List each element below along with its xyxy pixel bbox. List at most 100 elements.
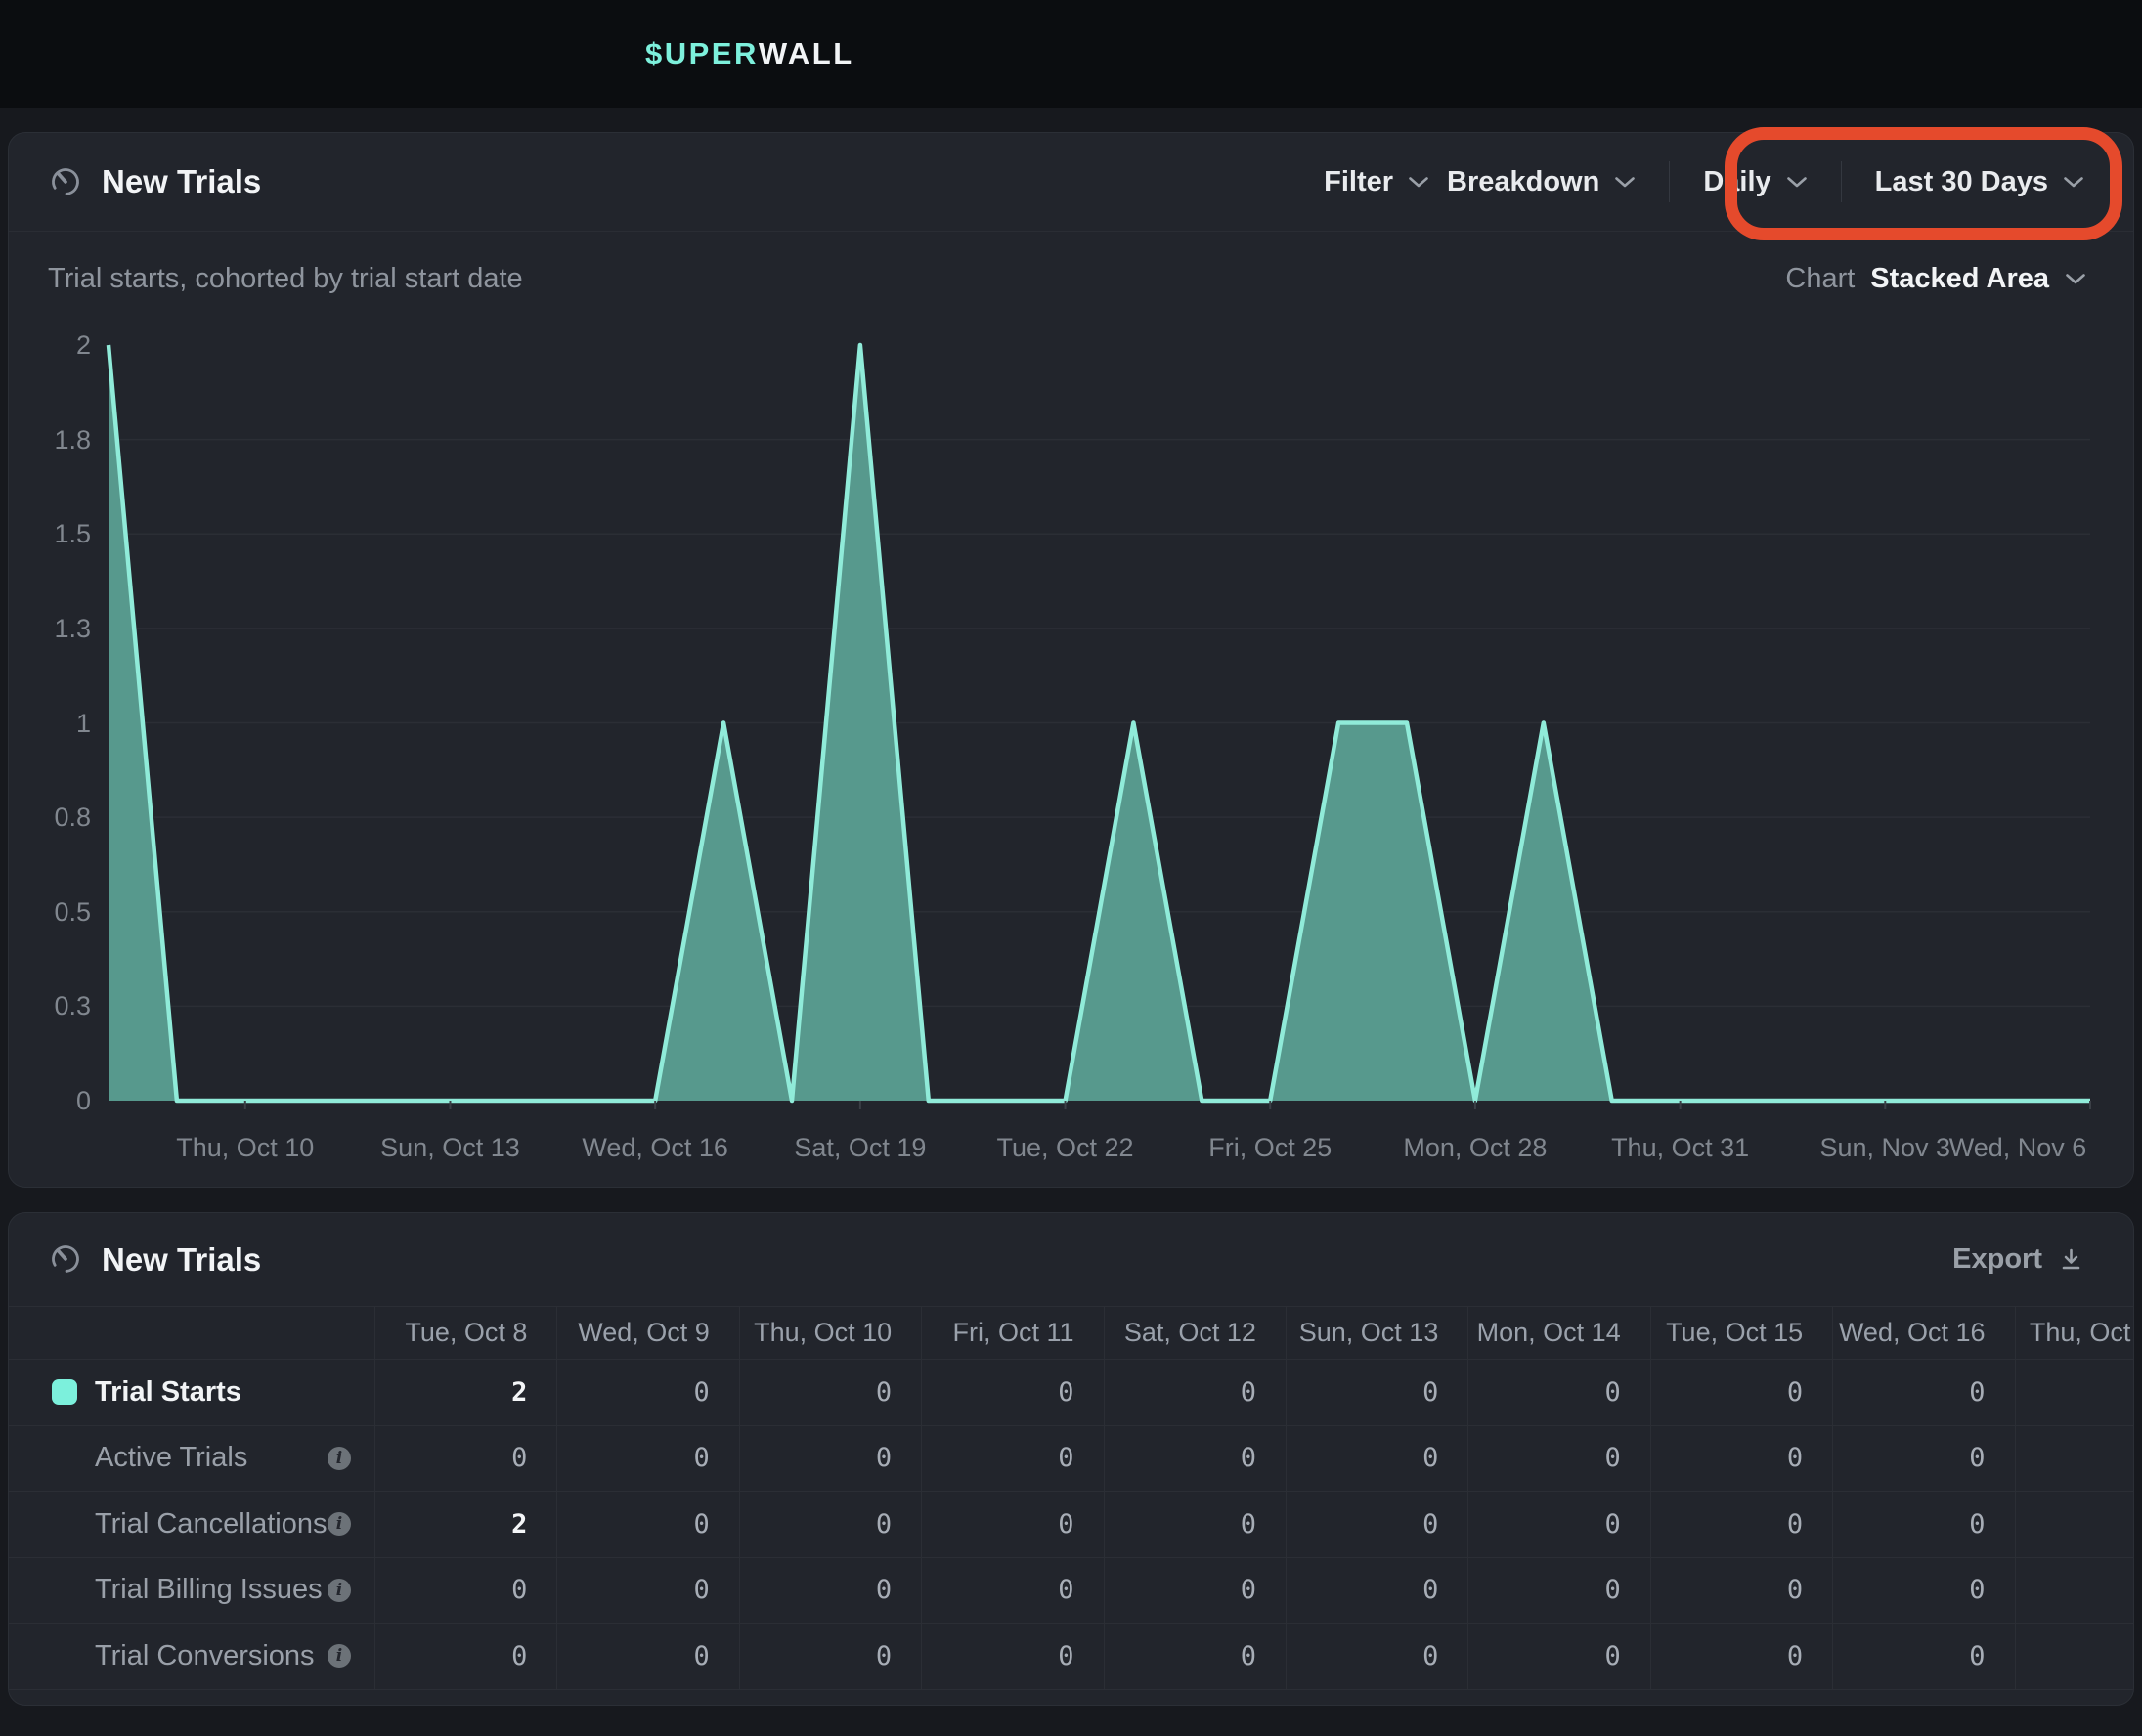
legend-swatch <box>52 1379 77 1405</box>
table-cell: 0 <box>557 1492 739 1558</box>
table-cell-clipped <box>2016 1426 2134 1493</box>
info-icon[interactable]: i <box>328 1447 351 1470</box>
column-header: Tue, Oct 15 <box>1651 1306 1833 1360</box>
y-axis-label: 1 <box>9 709 91 738</box>
breakdown-dropdown[interactable]: Breakdown <box>1447 166 1636 198</box>
table-cell: 0 <box>375 1426 557 1493</box>
column-header: Sun, Oct 13 <box>1287 1306 1468 1360</box>
column-header: Mon, Oct 14 <box>1468 1306 1650 1360</box>
x-axis-label: Wed, Nov 6 <box>1920 1132 2116 1163</box>
chart-subtitle: Trial starts, cohorted by trial start da… <box>48 263 523 295</box>
table-cell: 0 <box>1468 1360 1650 1426</box>
timer-icon <box>48 1239 83 1280</box>
brand-logo-part2: WALL <box>759 36 854 71</box>
chevron-down-icon <box>1614 176 1636 189</box>
table-cell: 0 <box>375 1624 557 1690</box>
range-label: Last 30 Days <box>1875 166 2048 198</box>
table-cell: 0 <box>1287 1360 1468 1426</box>
table-cell: 0 <box>1833 1558 2015 1625</box>
table-corner-cell <box>9 1306 375 1360</box>
table-cell: 0 <box>1833 1624 2015 1690</box>
table-cell: 0 <box>1651 1492 1833 1558</box>
data-table: Tue, Oct 8Wed, Oct 9Thu, Oct 10Fri, Oct … <box>9 1306 2134 1690</box>
row-label-text: Trial Billing Issues <box>95 1574 323 1606</box>
table-cell: 0 <box>1468 1492 1650 1558</box>
table-cell: 0 <box>1105 1558 1287 1625</box>
toolbar-divider <box>1841 161 1842 202</box>
range-dropdown[interactable]: Last 30 Days <box>1875 166 2084 198</box>
column-header: Thu, Oct 17 <box>2016 1306 2134 1360</box>
table-cell: 0 <box>922 1624 1104 1690</box>
table-cell: 2 <box>375 1360 557 1426</box>
granularity-dropdown[interactable]: Daily <box>1703 166 1807 198</box>
x-axis-label: Mon, Oct 28 <box>1377 1132 1573 1163</box>
y-axis-label: 2 <box>9 330 91 360</box>
table-cell: 0 <box>1105 1426 1287 1493</box>
table-cell: 0 <box>1287 1492 1468 1558</box>
chevron-down-icon <box>1786 176 1808 189</box>
chart-card: New Trials Filter Breakdown Daily Last 3… <box>8 132 2134 1188</box>
toolbar: Filter Breakdown Daily Last 30 Days <box>1274 161 2084 202</box>
table-cell: 0 <box>1287 1558 1468 1625</box>
column-header: Tue, Oct 8 <box>375 1306 557 1360</box>
table-cell: 0 <box>1287 1624 1468 1690</box>
y-axis-label: 1.8 <box>9 425 91 455</box>
row-label: Trial Conversions i <box>9 1624 375 1690</box>
table-cell: 0 <box>1468 1624 1650 1690</box>
timer-icon <box>48 162 83 202</box>
info-icon[interactable]: i <box>328 1644 351 1668</box>
download-icon <box>2058 1246 2084 1273</box>
x-axis-label: Sun, Oct 13 <box>352 1132 547 1163</box>
chart-card-title: New Trials <box>102 163 261 200</box>
row-label: Trial Cancellationsi <box>9 1492 375 1558</box>
y-axis-label: 0.8 <box>9 803 91 832</box>
info-icon[interactable]: i <box>328 1579 351 1602</box>
table-cell: 0 <box>1833 1360 2015 1426</box>
y-axis-label: 1.5 <box>9 519 91 548</box>
column-header: Sat, Oct 12 <box>1105 1306 1287 1360</box>
export-button[interactable]: Export <box>1952 1243 2084 1276</box>
x-axis: Thu, Oct 10Sun, Oct 13Wed, Oct 16Sat, Oc… <box>109 1132 2090 1165</box>
chart-type-dropdown[interactable]: Chart Stacked Area <box>1785 263 2086 295</box>
table-cell-clipped <box>2016 1492 2134 1558</box>
table-cell: 0 <box>557 1426 739 1493</box>
row-label-text: Trial Cancellations <box>95 1508 327 1541</box>
table-cell: 0 <box>1468 1558 1650 1625</box>
table-cell: 0 <box>922 1492 1104 1558</box>
table-card: New Trials Export Tue, Oct 8Wed, Oct 9Th… <box>8 1212 2134 1706</box>
chart-card-header: New Trials Filter Breakdown Daily Last 3… <box>9 133 2133 232</box>
table-cell: 0 <box>1105 1492 1287 1558</box>
table-cell: 0 <box>1651 1360 1833 1426</box>
breakdown-label: Breakdown <box>1447 166 1599 198</box>
table-cell-clipped <box>2016 1558 2134 1625</box>
toolbar-divider <box>1669 161 1670 202</box>
table-cell: 0 <box>922 1360 1104 1426</box>
y-axis-label: 0.3 <box>9 991 91 1020</box>
table-cell: 0 <box>922 1426 1104 1493</box>
table-cell: 0 <box>1105 1624 1287 1690</box>
row-label-text: Trial Starts <box>95 1376 241 1409</box>
column-header: Wed, Oct 16 <box>1833 1306 2015 1360</box>
column-header: Thu, Oct 10 <box>740 1306 922 1360</box>
filter-dropdown[interactable]: Filter <box>1324 166 1429 198</box>
table-cell-clipped <box>2016 1360 2134 1426</box>
chart-type-value: Stacked Area <box>1870 263 2049 295</box>
table-cell: 0 <box>1833 1426 2015 1493</box>
y-axis-label: 0 <box>9 1086 91 1115</box>
x-axis-label: Thu, Oct 10 <box>148 1132 343 1163</box>
table-cell: 0 <box>1651 1558 1833 1625</box>
x-axis-label: Tue, Oct 22 <box>968 1132 1163 1163</box>
table-cell: 0 <box>1651 1426 1833 1493</box>
x-axis-label: Fri, Oct 25 <box>1172 1132 1368 1163</box>
info-icon[interactable]: i <box>328 1512 351 1536</box>
table-cell: 0 <box>557 1624 739 1690</box>
table-card-title: New Trials <box>102 1241 261 1279</box>
table-cell: 0 <box>557 1360 739 1426</box>
top-bar <box>0 0 2142 108</box>
y-axis: 21.81.51.310.80.50.30 <box>9 345 91 1101</box>
chevron-down-icon <box>2065 273 2086 285</box>
chart-type-label: Chart <box>1785 263 1855 295</box>
table-cell: 0 <box>740 1558 922 1625</box>
area-chart <box>109 345 2090 1101</box>
row-label-text: Trial Conversions <box>95 1640 315 1672</box>
